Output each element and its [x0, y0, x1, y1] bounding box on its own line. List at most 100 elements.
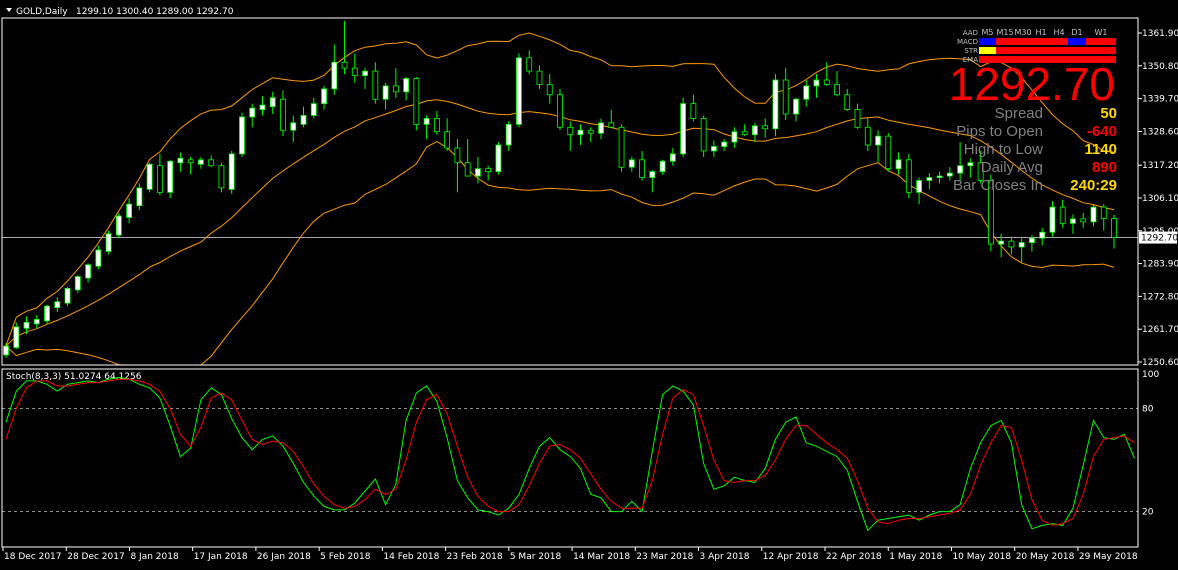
candle[interactable] [1080, 213, 1087, 228]
candle[interactable] [526, 50, 533, 75]
candle[interactable] [495, 142, 502, 175]
candle[interactable] [649, 170, 656, 193]
candle[interactable] [567, 121, 574, 151]
candle[interactable] [187, 156, 194, 175]
candle[interactable] [1100, 204, 1107, 231]
candle[interactable] [793, 97, 799, 122]
candle[interactable] [813, 74, 820, 98]
candle[interactable] [536, 65, 543, 89]
candle[interactable] [64, 286, 71, 307]
candle[interactable] [74, 275, 81, 293]
candle[interactable] [926, 173, 933, 190]
candle[interactable] [741, 124, 748, 137]
candle[interactable] [772, 74, 779, 137]
candle[interactable] [413, 77, 420, 131]
candle[interactable] [156, 153, 163, 196]
candle[interactable] [198, 156, 204, 169]
candle[interactable] [864, 118, 871, 151]
candle[interactable] [218, 162, 225, 193]
candle[interactable] [731, 127, 738, 148]
candle[interactable] [700, 115, 707, 157]
candle[interactable] [823, 62, 830, 86]
candle[interactable] [208, 155, 215, 168]
candle[interactable] [659, 159, 666, 175]
candle[interactable] [608, 109, 615, 128]
candle[interactable] [680, 97, 687, 157]
candle[interactable] [321, 85, 327, 110]
candle[interactable] [126, 198, 133, 224]
candle[interactable] [167, 159, 174, 199]
candle[interactable] [905, 153, 912, 199]
candle[interactable] [1039, 227, 1046, 246]
candle[interactable] [946, 167, 953, 181]
candle[interactable] [752, 122, 758, 143]
candle[interactable] [854, 103, 861, 129]
candle[interactable] [782, 68, 789, 120]
candle[interactable] [331, 44, 338, 95]
candle[interactable] [290, 115, 297, 143]
candle[interactable] [44, 304, 50, 324]
candle[interactable] [936, 171, 943, 184]
candle[interactable] [1111, 214, 1117, 249]
candle[interactable] [300, 106, 307, 128]
candle[interactable] [639, 150, 645, 181]
candle[interactable] [885, 133, 892, 172]
candle[interactable] [269, 91, 276, 114]
candle[interactable] [310, 97, 317, 119]
candle[interactable] [1049, 201, 1056, 237]
candle[interactable] [485, 165, 492, 181]
candle[interactable] [721, 139, 728, 151]
candle[interactable] [351, 53, 358, 83]
candle[interactable] [239, 112, 245, 157]
candle[interactable] [85, 263, 91, 283]
candle[interactable] [115, 213, 122, 239]
candle[interactable] [1018, 238, 1025, 264]
candle[interactable] [1008, 236, 1015, 255]
candle[interactable] [598, 118, 604, 140]
candle[interactable] [557, 88, 563, 131]
candle[interactable] [844, 88, 851, 112]
candle[interactable] [177, 152, 184, 172]
candle[interactable] [516, 53, 522, 128]
candle[interactable] [454, 139, 461, 193]
candle[interactable] [834, 71, 840, 97]
chart-menu-triangle-icon[interactable] [6, 8, 12, 12]
candle[interactable] [423, 115, 430, 140]
candle[interactable] [105, 230, 112, 255]
candle[interactable] [587, 127, 594, 143]
candle[interactable] [228, 150, 235, 194]
candle[interactable] [505, 121, 512, 151]
candle[interactable] [362, 68, 368, 89]
candle[interactable] [967, 158, 974, 178]
candle[interactable] [916, 177, 922, 205]
candle[interactable] [382, 82, 389, 110]
candle[interactable] [1090, 204, 1097, 227]
candle[interactable] [577, 124, 584, 146]
candle[interactable] [259, 96, 266, 116]
candle[interactable] [33, 315, 40, 329]
candle[interactable] [669, 147, 676, 166]
candle[interactable] [464, 139, 471, 177]
candle[interactable] [710, 140, 717, 157]
candle[interactable] [628, 156, 635, 172]
candle[interactable] [762, 118, 769, 138]
candle[interactable] [3, 343, 9, 358]
candle[interactable] [13, 322, 20, 349]
candle[interactable] [895, 152, 902, 175]
candle[interactable] [136, 183, 143, 211]
candle[interactable] [280, 90, 286, 137]
candle[interactable] [957, 142, 964, 181]
candle[interactable] [392, 68, 399, 98]
candle[interactable] [372, 62, 379, 104]
candle[interactable] [249, 103, 256, 128]
candle[interactable] [1070, 214, 1076, 234]
candle[interactable] [803, 80, 810, 107]
candle[interactable] [54, 297, 61, 313]
candle[interactable] [690, 94, 697, 122]
candle[interactable] [1059, 199, 1066, 228]
candle[interactable] [875, 130, 881, 163]
candle[interactable] [341, 20, 348, 75]
candle[interactable] [444, 118, 451, 151]
candle[interactable] [618, 124, 625, 172]
candle[interactable] [546, 74, 553, 104]
